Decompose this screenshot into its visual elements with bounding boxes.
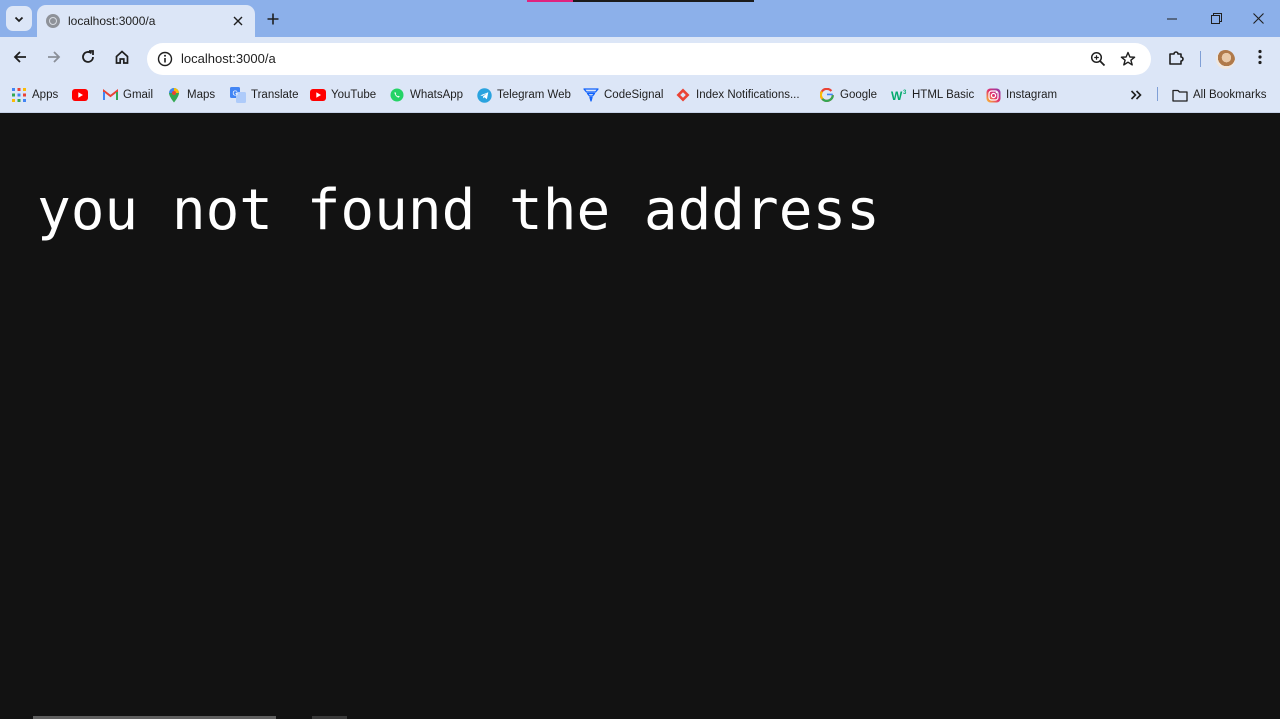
home-icon bbox=[115, 50, 129, 64]
toolbar: localhost:3000/a bbox=[0, 37, 1280, 77]
youtube-icon bbox=[310, 87, 326, 103]
bookmark-translate[interactable]: G Translate bbox=[230, 85, 299, 105]
star-icon bbox=[1120, 51, 1136, 66]
bookmark-label: Translate bbox=[251, 89, 299, 101]
site-info-button[interactable] bbox=[153, 47, 177, 71]
all-bookmarks-label: All Bookmarks bbox=[1193, 89, 1267, 101]
instagram-icon bbox=[985, 87, 1001, 103]
index-icon bbox=[675, 87, 691, 103]
whatsapp-icon bbox=[389, 87, 405, 103]
tab-search-button[interactable] bbox=[6, 6, 32, 31]
restore-icon bbox=[1210, 13, 1222, 24]
bookmark-telegram[interactable]: Telegram Web bbox=[476, 85, 571, 105]
close-icon bbox=[233, 16, 243, 26]
gmail-icon bbox=[102, 87, 118, 103]
bookmark-label: Telegram Web bbox=[497, 89, 571, 101]
more-menu-button[interactable] bbox=[1246, 43, 1274, 71]
chevron-down-icon bbox=[14, 16, 24, 22]
minimize-icon bbox=[1167, 18, 1177, 19]
youtube-icon bbox=[72, 87, 88, 103]
bookmark-label: WhatsApp bbox=[410, 89, 464, 101]
tab-strip-accent bbox=[527, 0, 573, 2]
tab-strip: localhost:3000/a bbox=[0, 0, 1280, 37]
close-icon bbox=[1252, 13, 1264, 24]
restore-button[interactable] bbox=[1194, 0, 1238, 37]
bookmarks-overflow-button[interactable] bbox=[1126, 85, 1146, 105]
zoom-button[interactable] bbox=[1086, 47, 1110, 71]
bookmark-label: CodeSignal bbox=[604, 89, 664, 101]
bookmark-instagram[interactable]: Instagram bbox=[985, 85, 1057, 105]
all-bookmarks-button[interactable]: All Bookmarks bbox=[1172, 85, 1267, 105]
back-icon bbox=[13, 51, 26, 63]
extensions-button[interactable] bbox=[1162, 43, 1190, 71]
svg-text:W: W bbox=[891, 89, 903, 101]
telegram-icon bbox=[476, 87, 492, 103]
reload-button[interactable] bbox=[74, 43, 102, 71]
bookmark-html-basic[interactable]: W3 HTML Basic bbox=[891, 85, 974, 105]
bookmark-star-button[interactable] bbox=[1116, 47, 1140, 71]
apps-grid-icon bbox=[11, 87, 27, 103]
bookmark-label: Apps bbox=[32, 89, 59, 101]
bookmark-codesignal[interactable]: CodeSignal bbox=[583, 85, 663, 105]
bookmark-youtube-icon-only[interactable] bbox=[72, 85, 93, 105]
bookmarks-divider bbox=[1157, 87, 1158, 101]
w3schools-icon: W3 bbox=[891, 87, 907, 103]
bookmark-youtube[interactable]: YouTube bbox=[310, 85, 376, 105]
zoom-icon bbox=[1090, 51, 1106, 67]
bookmark-maps[interactable]: Maps bbox=[166, 85, 215, 105]
home-button[interactable] bbox=[108, 43, 136, 71]
bookmark-label: Index Notifications... bbox=[696, 89, 800, 101]
info-icon bbox=[157, 51, 173, 67]
svg-text:G: G bbox=[233, 91, 238, 98]
maps-pin-icon bbox=[166, 87, 182, 103]
bookmark-label: Maps bbox=[187, 89, 216, 101]
bookmark-whatsapp[interactable]: WhatsApp bbox=[389, 85, 463, 105]
bookmark-label: YouTube bbox=[331, 89, 377, 101]
globe-icon bbox=[46, 14, 60, 28]
profile-avatar[interactable] bbox=[1216, 50, 1235, 69]
forward-icon bbox=[48, 51, 61, 63]
active-tab[interactable]: localhost:3000/a bbox=[37, 5, 255, 37]
minimize-button[interactable] bbox=[1150, 0, 1194, 37]
plus-icon bbox=[267, 13, 279, 25]
bookmarks-bar: Apps Gmail Maps G Translate YouTube What… bbox=[0, 77, 1280, 113]
toolbar-divider bbox=[1200, 51, 1201, 67]
forward-button[interactable] bbox=[40, 43, 68, 71]
tab-strip-accent-dark bbox=[573, 0, 754, 2]
google-icon bbox=[819, 87, 835, 103]
bookmark-label: Gmail bbox=[123, 89, 154, 101]
bookmark-index-notifications[interactable]: Index Notifications... bbox=[675, 85, 800, 105]
not-found-message: you not found the address bbox=[37, 178, 880, 243]
svg-text:3: 3 bbox=[903, 90, 907, 96]
reload-icon bbox=[82, 50, 94, 63]
more-menu-icon bbox=[1258, 49, 1262, 65]
bookmark-google[interactable]: Google bbox=[819, 85, 877, 105]
tab-close-button[interactable] bbox=[229, 12, 247, 30]
bookmark-label: Google bbox=[840, 89, 878, 101]
folder-icon bbox=[1172, 87, 1188, 103]
window-close-button[interactable] bbox=[1236, 0, 1280, 37]
double-chevron-right-icon bbox=[1130, 90, 1142, 100]
extensions-icon bbox=[1168, 50, 1184, 65]
address-bar[interactable]: localhost:3000/a bbox=[147, 43, 1151, 75]
url-text[interactable]: localhost:3000/a bbox=[181, 43, 276, 75]
bookmark-gmail[interactable]: Gmail bbox=[102, 85, 153, 105]
codesignal-icon bbox=[583, 87, 599, 103]
bookmark-label: HTML Basic bbox=[912, 89, 975, 101]
new-tab-button[interactable] bbox=[262, 8, 284, 30]
back-button[interactable] bbox=[6, 43, 34, 71]
bookmark-label: Instagram bbox=[1006, 89, 1058, 101]
bookmark-apps[interactable]: Apps bbox=[11, 85, 58, 105]
translate-icon: G bbox=[230, 87, 246, 103]
tab-title: localhost:3000/a bbox=[68, 14, 156, 28]
